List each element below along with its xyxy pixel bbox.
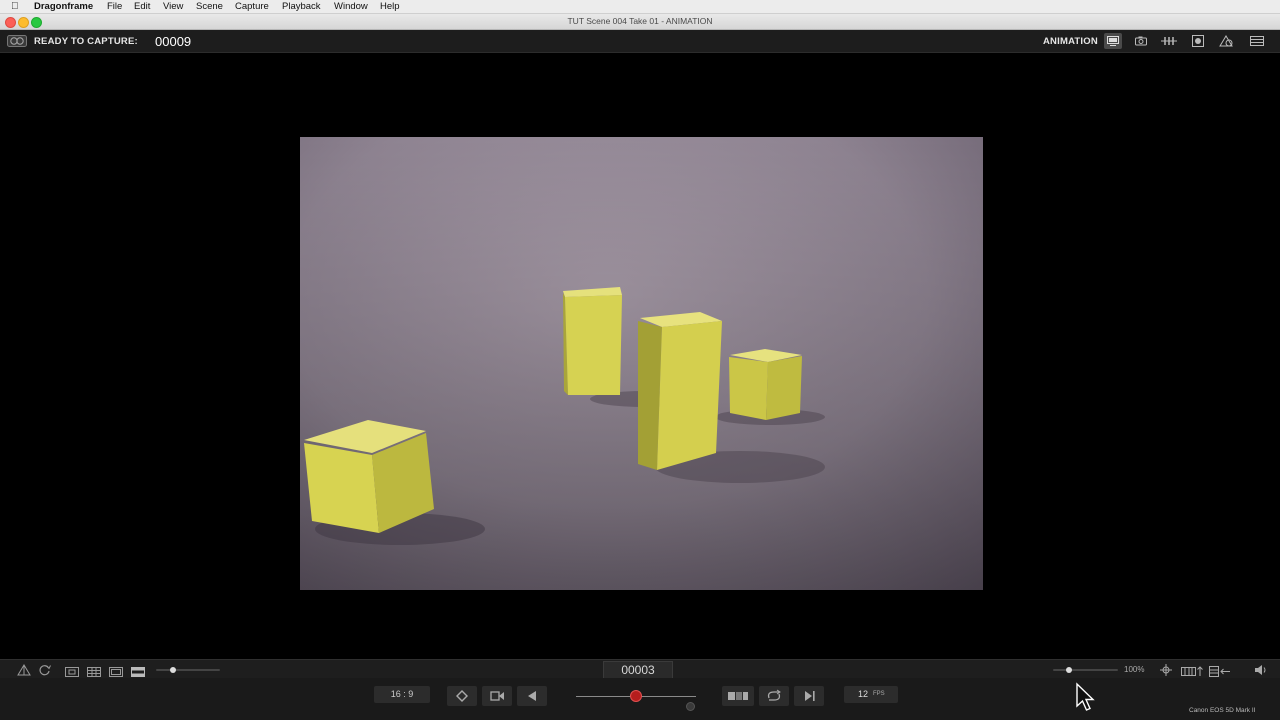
fps-unit: FPS: [873, 691, 885, 697]
step-forward-icon: [805, 691, 815, 701]
short-play-button[interactable]: [722, 686, 754, 706]
menu-help[interactable]: Help: [380, 0, 400, 13]
overlay-opacity-slider[interactable]: [156, 667, 220, 673]
menu-window[interactable]: Window: [334, 0, 368, 13]
x-sheet-icon[interactable]: [1248, 33, 1266, 49]
capture-frame-number: 00009: [155, 34, 192, 49]
playback-scrubber-knob[interactable]: [630, 690, 642, 702]
zoom-percentage: 100%: [1124, 665, 1145, 674]
loop-icon: [767, 689, 781, 701]
play-reverse-icon: [528, 691, 536, 701]
loop-button[interactable]: [759, 686, 789, 706]
window-title-bar: TUT Scene 004 Take 01 - ANIMATION: [0, 14, 1280, 30]
menu-bar:  Dragonframe File Edit View Scene Captu…: [0, 0, 1280, 14]
camera-workspace-icon[interactable]: [1132, 33, 1150, 49]
short-play-icon: [728, 692, 748, 700]
overlay-opacity-knob[interactable]: [170, 667, 176, 673]
mouse-cursor-icon: [1074, 682, 1096, 717]
transport-bar: 16 : 9 12 FPS Canon EOS 5D Mark II: [0, 678, 1280, 720]
auto-advance-dot[interactable]: [686, 702, 695, 711]
capture-toolbar: READY TO CAPTURE: 00009 ANIMATION: [0, 30, 1280, 53]
video-camera-icon: [490, 691, 504, 701]
step-back-button[interactable]: [517, 686, 547, 706]
minimize-window-button[interactable]: [18, 17, 29, 28]
live-toggle-button[interactable]: [482, 686, 512, 706]
zoom-slider[interactable]: [1053, 667, 1118, 673]
status-label: READY TO CAPTURE:: [34, 36, 138, 47]
camera-model-label: Canon EOS 5D Mark II: [1189, 707, 1256, 714]
fps-value: 12: [858, 689, 869, 699]
menu-playback[interactable]: Playback: [282, 0, 321, 13]
diamond-arrows-icon: [456, 690, 468, 702]
window-title: TUT Scene 004 Take 01 - ANIMATION: [567, 16, 713, 26]
dmx-lighting-icon[interactable]: [1217, 33, 1235, 49]
go-to-live-button[interactable]: [794, 686, 824, 706]
zoom-window-button[interactable]: [31, 17, 42, 28]
menu-capture[interactable]: Capture: [235, 0, 269, 13]
close-window-button[interactable]: [5, 17, 16, 28]
fps-selector[interactable]: 12 FPS: [844, 686, 898, 703]
menu-app-name[interactable]: Dragonframe: [34, 0, 93, 13]
go-to-start-button[interactable]: [447, 686, 477, 706]
workspace-mode-label: ANIMATION: [1043, 36, 1098, 47]
viewer-options-bar: 00003 100%: [0, 659, 1280, 680]
animation-workspace-icon[interactable]: [1104, 33, 1122, 49]
motion-control-icon[interactable]: [1189, 33, 1207, 49]
menu-edit[interactable]: Edit: [134, 0, 150, 13]
zoom-slider-knob[interactable]: [1066, 667, 1072, 673]
menu-scene[interactable]: Scene: [196, 0, 223, 13]
aspect-ratio-selector[interactable]: 16 : 9: [374, 686, 430, 703]
onion-skin-icon[interactable]: [7, 34, 27, 48]
timeline-workspace-icon[interactable]: [1160, 33, 1178, 49]
captured-frame-image: [300, 137, 983, 590]
apple-icon[interactable]: : [11, 0, 19, 13]
menu-view[interactable]: View: [163, 0, 183, 13]
menu-file[interactable]: File: [107, 0, 122, 13]
